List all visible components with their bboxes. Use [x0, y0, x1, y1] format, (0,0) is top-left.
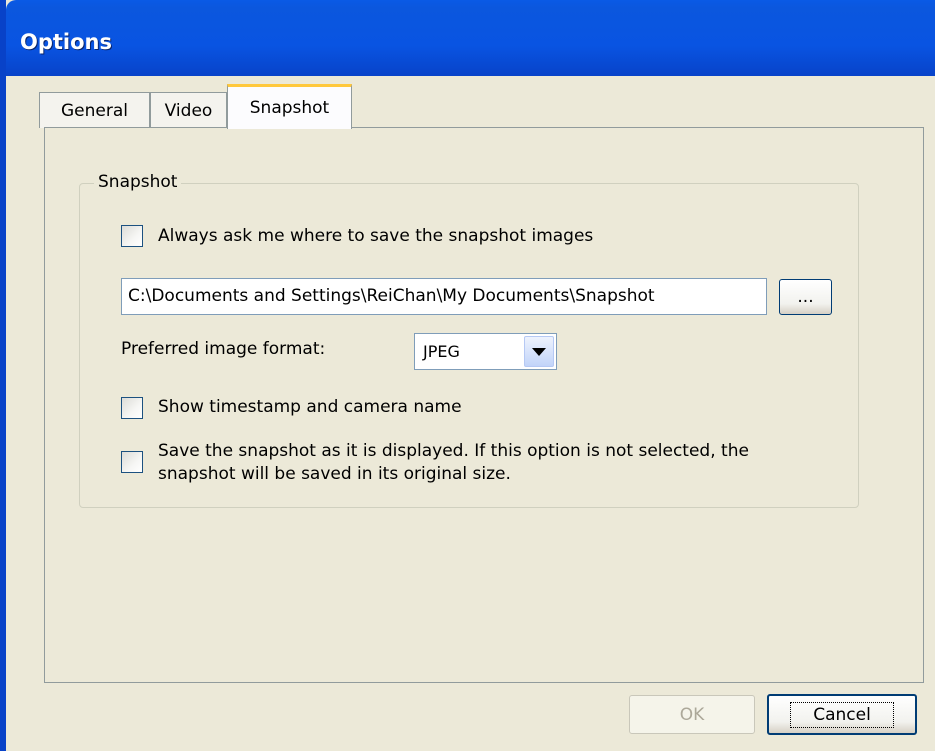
timestamp-checkbox[interactable] [121, 397, 143, 419]
window-title: Options [20, 30, 112, 54]
title-bar[interactable]: Options [6, 0, 935, 76]
save-as-displayed-label-line1[interactable]: Save the snapshot as it is displayed. If… [158, 440, 749, 463]
browse-button-label: ... [797, 287, 814, 307]
tab-video[interactable]: Video [150, 92, 227, 128]
timestamp-label[interactable]: Show timestamp and camera name [158, 396, 462, 419]
tab-snapshot[interactable]: Snapshot [227, 84, 352, 129]
save-as-displayed-checkbox[interactable] [121, 451, 143, 473]
tab-general-label: General [61, 100, 128, 121]
snapshot-path-input[interactable]: C:\Documents and Settings\ReiChan\My Doc… [121, 278, 767, 315]
snapshot-group-label: Snapshot [94, 172, 182, 192]
always-ask-checkbox[interactable] [121, 225, 143, 247]
image-format-select[interactable]: JPEG [414, 333, 557, 370]
tab-video-label: Video [164, 100, 213, 121]
ok-button[interactable]: OK [629, 695, 755, 734]
tab-snapshot-label: Snapshot [249, 98, 330, 118]
tab-general[interactable]: General [39, 92, 150, 128]
save-as-displayed-label-line2[interactable]: snapshot will be saved in its original s… [158, 463, 511, 486]
browse-button[interactable]: ... [779, 279, 832, 315]
cancel-button-label: Cancel [790, 701, 894, 728]
always-ask-label[interactable]: Always ask me where to save the snapshot… [158, 225, 593, 248]
image-format-label: Preferred image format: [121, 339, 326, 359]
chevron-down-icon [532, 347, 546, 356]
dropdown-button[interactable] [524, 336, 554, 367]
ok-button-label: OK [679, 704, 705, 725]
image-format-value: JPEG [423, 342, 460, 361]
cancel-button[interactable]: Cancel [767, 694, 917, 735]
